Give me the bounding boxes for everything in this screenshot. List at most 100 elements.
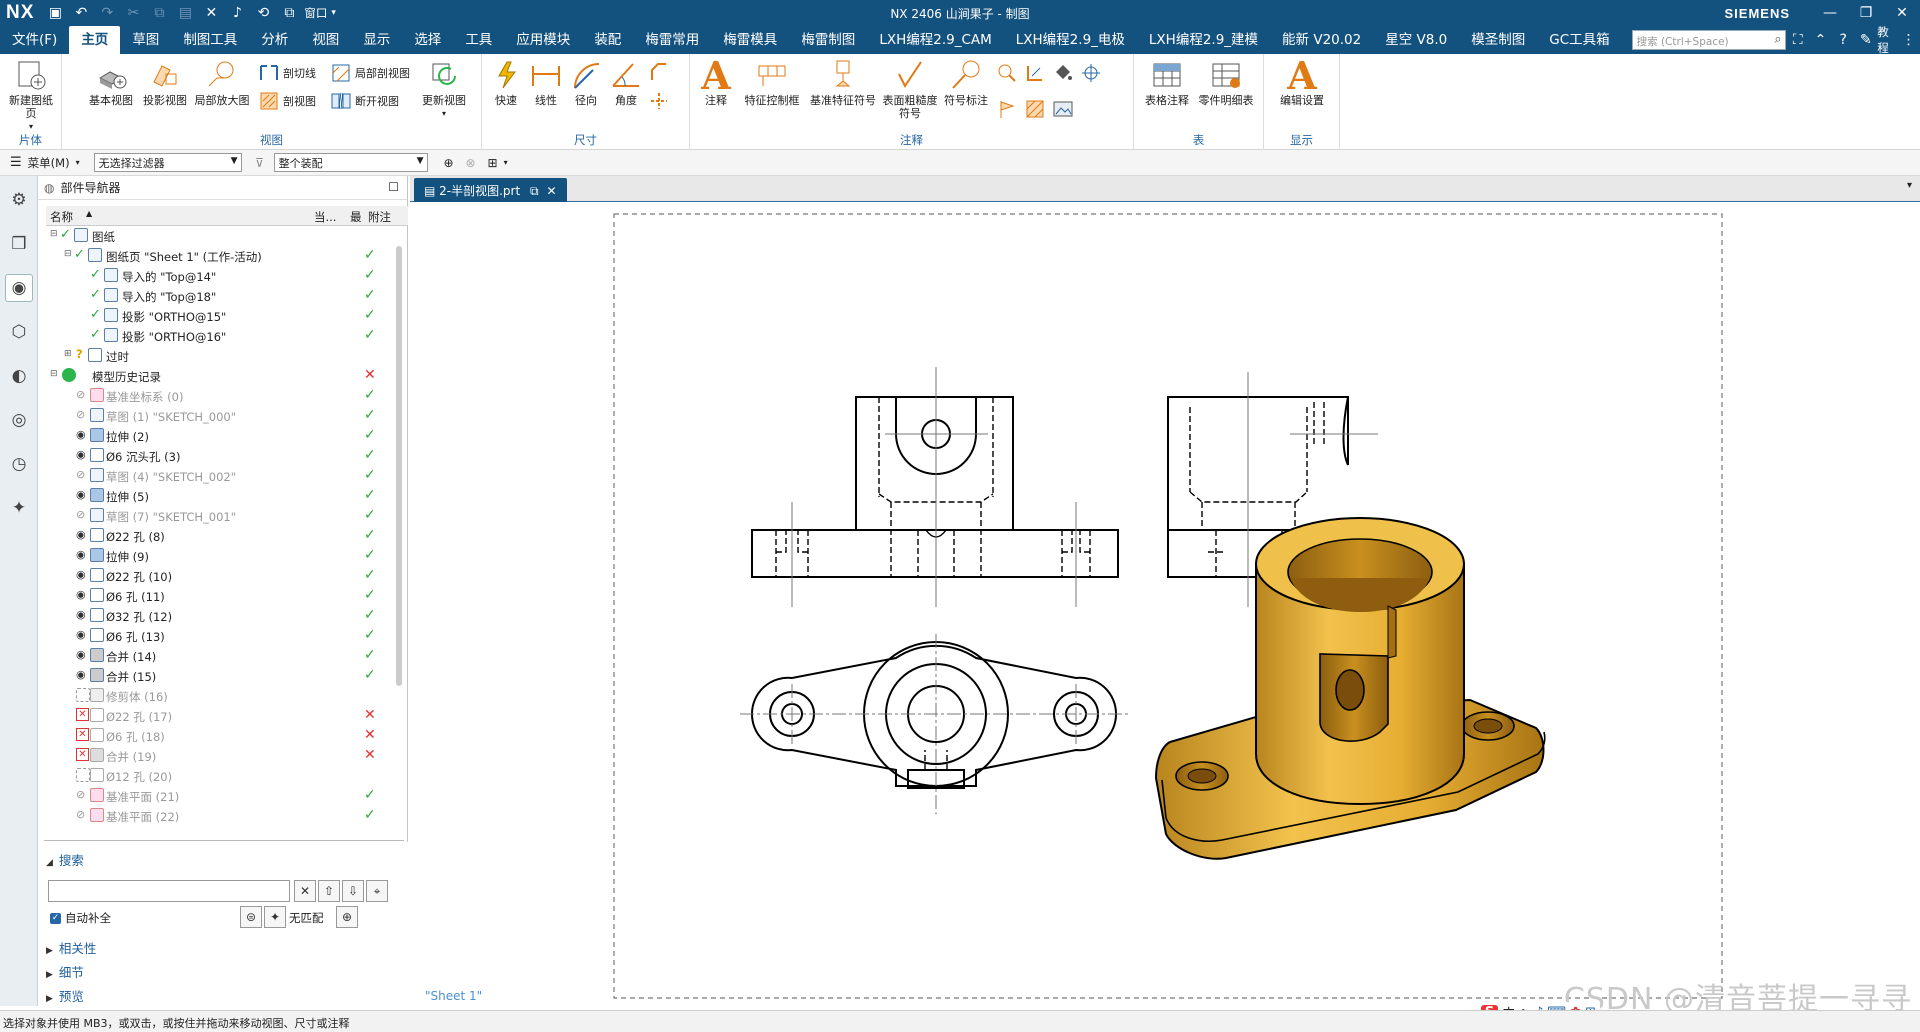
section-view-button[interactable]: 剖视图 xyxy=(258,90,316,112)
tree-row[interactable]: ◉ 合并 (15) ✓ xyxy=(46,666,396,686)
tree-row[interactable]: ✕ Ø22 孔 (17) ✕ xyxy=(46,706,396,726)
projected-view-button[interactable]: 投影视图 xyxy=(140,58,190,107)
settings-icon[interactable]: ⚙ xyxy=(5,186,33,214)
menu-meilei-drafting[interactable]: 梅雷制图 xyxy=(789,26,867,54)
drawing-sheet[interactable] xyxy=(410,202,1920,1006)
menu-sketch[interactable]: 草图 xyxy=(120,26,171,54)
menu-dropdown[interactable]: 菜单(M) xyxy=(28,155,70,171)
relations-section-header[interactable]: ▶ 相关性 xyxy=(38,938,96,960)
chevron-down-icon[interactable]: ▾ xyxy=(504,158,508,167)
search-target-button[interactable]: ⊕ xyxy=(336,906,358,928)
reuse-library-icon[interactable]: ⬡ xyxy=(5,318,33,346)
hidden-eye-icon[interactable]: ⊘ xyxy=(76,808,85,821)
autocomplete-option[interactable]: ✓ 自动补全 xyxy=(50,910,111,926)
tree-row[interactable]: ◉ 拉伸 (2) ✓ xyxy=(46,426,396,446)
col-latest[interactable]: 最 xyxy=(350,209,362,225)
tree-row[interactable]: ◉ Ø22 孔 (10) ✓ xyxy=(46,566,396,586)
details-section-header[interactable]: ▶ 细节 xyxy=(38,962,84,984)
tree-row[interactable]: ⊟ 模型历史记录 ✕ xyxy=(46,366,396,386)
menu-select[interactable]: 选择 xyxy=(402,26,453,54)
graphics-window[interactable]: "Sheet 1" xyxy=(410,202,1920,1006)
search-down-button[interactable]: ⇩ xyxy=(342,880,364,902)
col-name[interactable]: 名称 xyxy=(50,209,73,225)
tree-row[interactable]: ✓ 投影 "ORTHO@15" ✓ xyxy=(46,306,396,326)
save-icon[interactable]: ▣ xyxy=(42,0,68,26)
detail-view-button[interactable]: 局部放大图 xyxy=(194,58,250,107)
eye-icon[interactable]: ◉ xyxy=(76,528,86,541)
assembly-navigator-icon[interactable]: ❒ xyxy=(5,230,33,258)
menu-nengxin[interactable]: 能新 V20.02 xyxy=(1270,26,1373,54)
menu-file[interactable]: 文件(F) xyxy=(0,26,69,54)
tree-row[interactable]: ✓ 导入的 "Top@14" ✓ xyxy=(46,266,396,286)
eye-icon[interactable]: ◉ xyxy=(76,648,86,661)
edit-settings-button[interactable]: A 编辑设置 xyxy=(1274,57,1330,108)
tree-row[interactable]: ⊘ 草图 (7) "SKETCH_001" ✓ xyxy=(46,506,396,526)
eye-icon[interactable]: ◉ xyxy=(76,628,86,641)
tree-row[interactable]: ◉ Ø6 沉头孔 (3) ✓ xyxy=(46,446,396,466)
menu-assembly[interactable]: 装配 xyxy=(582,26,633,54)
eye-icon[interactable]: ◉ xyxy=(76,548,86,561)
base-view-button[interactable]: 基本视图 xyxy=(86,58,136,107)
search-scope-button[interactable]: ⊜ xyxy=(240,906,262,928)
front-view[interactable] xyxy=(751,396,1119,578)
center-mark-button[interactable] xyxy=(996,62,1021,84)
filter-icon[interactable]: ⊽ xyxy=(250,156,270,170)
web-browser-icon[interactable]: ◎ xyxy=(5,406,33,434)
tree-row[interactable]: ⊘ 基准平面 (21) ✓ xyxy=(46,786,396,806)
hamburger-icon[interactable]: ☰ xyxy=(10,155,22,170)
col-current[interactable]: 当... xyxy=(314,209,336,225)
menu-applications[interactable]: 应用模块 xyxy=(504,26,582,54)
hidden-eye-icon[interactable]: ⊘ xyxy=(76,408,85,421)
tree-row[interactable]: ⊟ ✓ 图纸页 "Sheet 1" (工作-活动) ✓ xyxy=(46,246,396,266)
linear-dim-button[interactable]: 线性 xyxy=(526,58,566,107)
eye-icon[interactable]: ◉ xyxy=(76,588,86,601)
menu-lxh-electrode[interactable]: LXH编程2.9_电极 xyxy=(1004,26,1137,54)
menu-display[interactable]: 显示 xyxy=(351,26,402,54)
collapse-ribbon-icon[interactable]: ⌃ xyxy=(1809,32,1832,48)
fullscreen-icon[interactable]: ⛶ xyxy=(1786,32,1809,48)
section-line-button[interactable]: 剖切线 xyxy=(258,62,316,84)
autocomplete-checkbox[interactable]: ✓ xyxy=(50,912,61,924)
microphone-icon[interactable]: ♪ xyxy=(224,0,250,26)
menu-drafting-tools[interactable]: 制图工具 xyxy=(171,26,249,54)
fcf-button[interactable]: 特征控制框 xyxy=(740,58,804,107)
tree-row[interactable]: ✓ 投影 "ORTHO@16" ✓ xyxy=(46,326,396,346)
maximize-icon[interactable]: ☐ xyxy=(388,180,399,194)
tutorial-icon[interactable]: ✎ xyxy=(1855,32,1878,48)
paste-icon[interactable]: ▤ xyxy=(172,0,198,26)
suppressed-checkbox[interactable] xyxy=(76,688,90,702)
parts-list-button[interactable]: 零件明细表 xyxy=(1196,58,1256,107)
tree-row[interactable]: ⊘ 草图 (1) "SKETCH_000" ✓ xyxy=(46,406,396,426)
error-icon[interactable]: ✕ xyxy=(76,728,89,741)
hidden-eye-icon[interactable]: ⊘ xyxy=(76,388,85,401)
eye-icon[interactable]: ◉ xyxy=(76,488,86,501)
preview-section-header[interactable]: ▶ 预览 xyxy=(38,986,84,1008)
minimize-icon[interactable]: — xyxy=(1812,0,1848,26)
bolt-circle-button[interactable] xyxy=(1024,62,1049,84)
chevron-down-icon[interactable]: ▾ xyxy=(331,8,336,18)
tree-row[interactable]: Ø12 孔 (20) xyxy=(46,766,396,786)
command-search-input[interactable]: 搜索 (Ctrl+Space) ⌕ xyxy=(1631,30,1787,50)
tab-menu-icon[interactable]: ⧉ xyxy=(530,184,539,198)
tree-row[interactable]: ◉ 合并 (14) ✓ xyxy=(46,646,396,666)
table-note-button[interactable]: 表格注释 xyxy=(1142,58,1192,107)
chevron-down-icon[interactable]: ▾ xyxy=(76,158,80,167)
document-tab[interactable]: ▤ 2-半剖视图.prt ⧉ ✕ xyxy=(414,178,567,202)
tree-row[interactable]: ◉ Ø32 孔 (12) ✓ xyxy=(46,606,396,626)
fill-button[interactable] xyxy=(1052,62,1077,84)
select-mode-icon[interactable]: ⊞ xyxy=(482,156,504,170)
help-icon[interactable]: ? xyxy=(1832,32,1855,48)
tree-row[interactable]: ◉ 拉伸 (5) ✓ xyxy=(46,486,396,506)
broken-view-button[interactable]: 断开视图 xyxy=(330,90,399,112)
suppressed-checkbox[interactable] xyxy=(76,768,90,782)
search-options-button[interactable]: ⌖ xyxy=(366,880,388,902)
tree-row[interactable]: ◉ Ø6 孔 (13) ✓ xyxy=(46,626,396,646)
rapid-dim-button[interactable]: 快速 xyxy=(486,58,526,107)
roles-icon[interactable]: ✦ xyxy=(5,494,33,522)
clear-search-button[interactable]: ✕ xyxy=(294,880,316,902)
repeat-command-icon[interactable]: ⟲ xyxy=(250,0,276,26)
redo-icon[interactable]: ↷ xyxy=(94,0,120,26)
chevron-down-icon[interactable]: ▾ xyxy=(442,107,446,120)
collapse-icon[interactable]: ⊟ xyxy=(64,249,72,259)
tutorial-link[interactable]: 教程 xyxy=(1877,24,1897,56)
